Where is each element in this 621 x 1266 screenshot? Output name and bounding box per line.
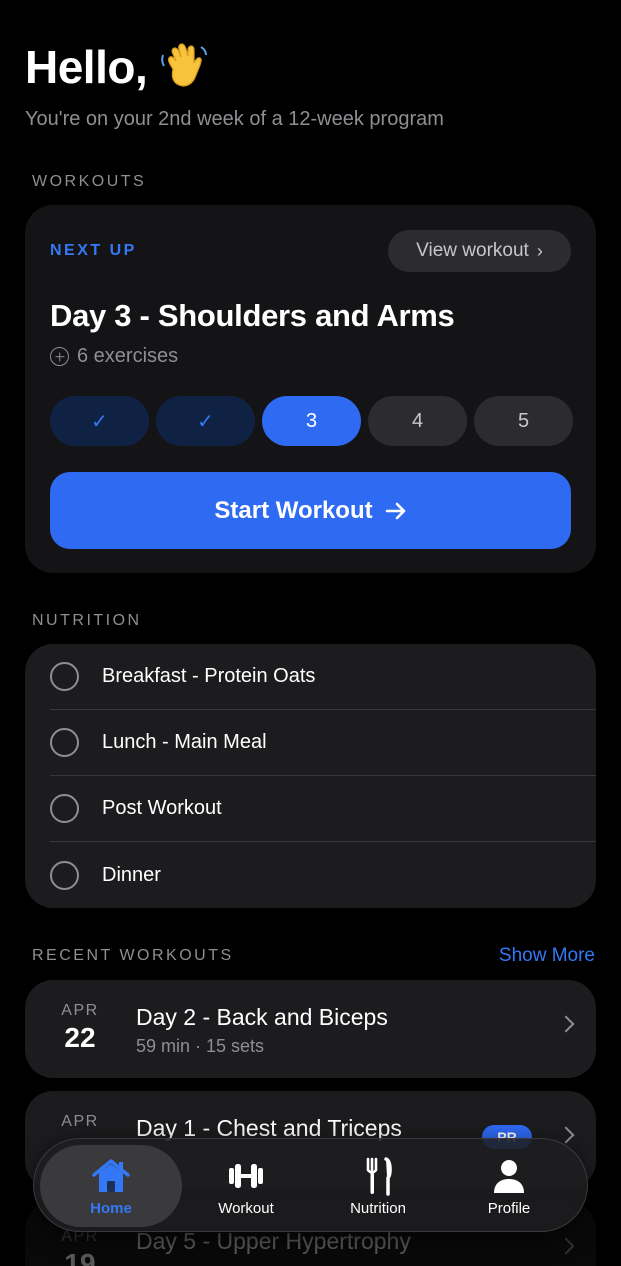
- recent-workout-item[interactable]: APR 22 Day 2 - Back and Biceps 59 min · …: [25, 980, 596, 1078]
- start-workout-label: Start Workout: [214, 496, 373, 524]
- program-subtitle: You're on your 2nd week of a 12-week pro…: [25, 108, 444, 130]
- nutrition-card: Breakfast - Protein Oats Lunch - Main Me…: [25, 644, 596, 908]
- recent-workouts-section-label: RECENT WORKOUTS: [32, 947, 234, 964]
- workout-title: Day 3 - Shoulders and Arms: [50, 298, 455, 333]
- date-month: APR: [61, 1002, 99, 1019]
- tab-profile[interactable]: Profile: [438, 1145, 580, 1227]
- meal-checkbox[interactable]: [50, 728, 79, 757]
- start-workout-button[interactable]: Start Workout: [50, 472, 571, 549]
- dumbbell-icon: [229, 1163, 263, 1188]
- meal-label: Lunch - Main Meal: [102, 731, 267, 753]
- next-workout-card: NEXT UP View workout › Day 3 - Shoulders…: [25, 205, 596, 573]
- recent-workout-meta: 59 min · 15 sets: [136, 1036, 265, 1056]
- tab-home[interactable]: Home: [40, 1145, 182, 1227]
- waving-hand-icon: [161, 43, 208, 87]
- view-workout-label: View workout: [416, 240, 529, 261]
- meal-label: Post Workout: [102, 797, 222, 819]
- workout-date: APR 22: [25, 1002, 135, 1054]
- meal-row[interactable]: Post Workout: [50, 776, 596, 842]
- tab-workout[interactable]: Workout: [175, 1145, 317, 1227]
- plus-circle-icon: [50, 347, 69, 366]
- tab-profile-label: Profile: [487, 1199, 531, 1217]
- view-workout-button[interactable]: View workout ›: [388, 230, 571, 272]
- day-progress: ✓ ✓ 3 4 5: [50, 396, 573, 446]
- recent-workout-title: Day 5 - Upper Hypertrophy: [136, 1228, 411, 1254]
- tab-nutrition[interactable]: Nutrition: [307, 1145, 449, 1227]
- day-pill-1[interactable]: ✓: [50, 396, 149, 446]
- recent-workout-title: Day 2 - Back and Biceps: [136, 1004, 388, 1030]
- meal-row[interactable]: Dinner: [50, 842, 596, 908]
- meal-row[interactable]: Breakfast - Protein Oats: [50, 644, 596, 710]
- meal-row[interactable]: Lunch - Main Meal: [50, 710, 596, 776]
- chevron-right-icon: [557, 1126, 575, 1144]
- show-more-link[interactable]: Show More: [499, 945, 595, 967]
- chevron-right-icon: ›: [536, 240, 543, 261]
- exercise-count: 6 exercises: [50, 345, 178, 368]
- chevron-right-icon: [557, 1015, 575, 1033]
- meal-checkbox[interactable]: [50, 794, 79, 823]
- fork-knife-icon: [366, 1156, 392, 1196]
- date-day: 22: [64, 1022, 96, 1053]
- chevron-right-icon: [557, 1237, 575, 1255]
- meal-checkbox[interactable]: [50, 860, 79, 890]
- day-pill-5[interactable]: 5: [474, 396, 573, 446]
- person-icon: [494, 1159, 524, 1193]
- date-day: 19: [64, 1248, 96, 1266]
- meal-label: Breakfast - Protein Oats: [102, 665, 316, 687]
- workout-date: APR: [25, 1113, 135, 1131]
- day-pill-2[interactable]: ✓: [156, 396, 255, 446]
- nutrition-section-label: NUTRITION: [32, 612, 142, 629]
- exercise-count-label: 6 exercises: [77, 345, 179, 367]
- tab-nutrition-label: Nutrition: [350, 1199, 406, 1217]
- greeting-title: Hello,: [25, 40, 211, 94]
- date-month: APR: [61, 1113, 99, 1130]
- workout-date: APR 19: [25, 1228, 135, 1266]
- workouts-section-label: WORKOUTS: [32, 173, 147, 190]
- tab-workout-label: Workout: [218, 1199, 274, 1217]
- meal-label: Dinner: [102, 863, 161, 886]
- meal-checkbox[interactable]: [50, 662, 79, 691]
- day-pill-3[interactable]: 3: [262, 396, 361, 446]
- arrow-right-icon: [385, 502, 405, 519]
- day-pill-4[interactable]: 4: [368, 396, 467, 446]
- next-up-label: NEXT UP: [50, 242, 137, 259]
- house-icon: [92, 1158, 130, 1192]
- tab-home-label: Home: [90, 1199, 132, 1217]
- greeting-text: Hello,: [25, 41, 148, 93]
- bottom-tab-bar: Home Workout Nutrition Profile: [33, 1138, 588, 1232]
